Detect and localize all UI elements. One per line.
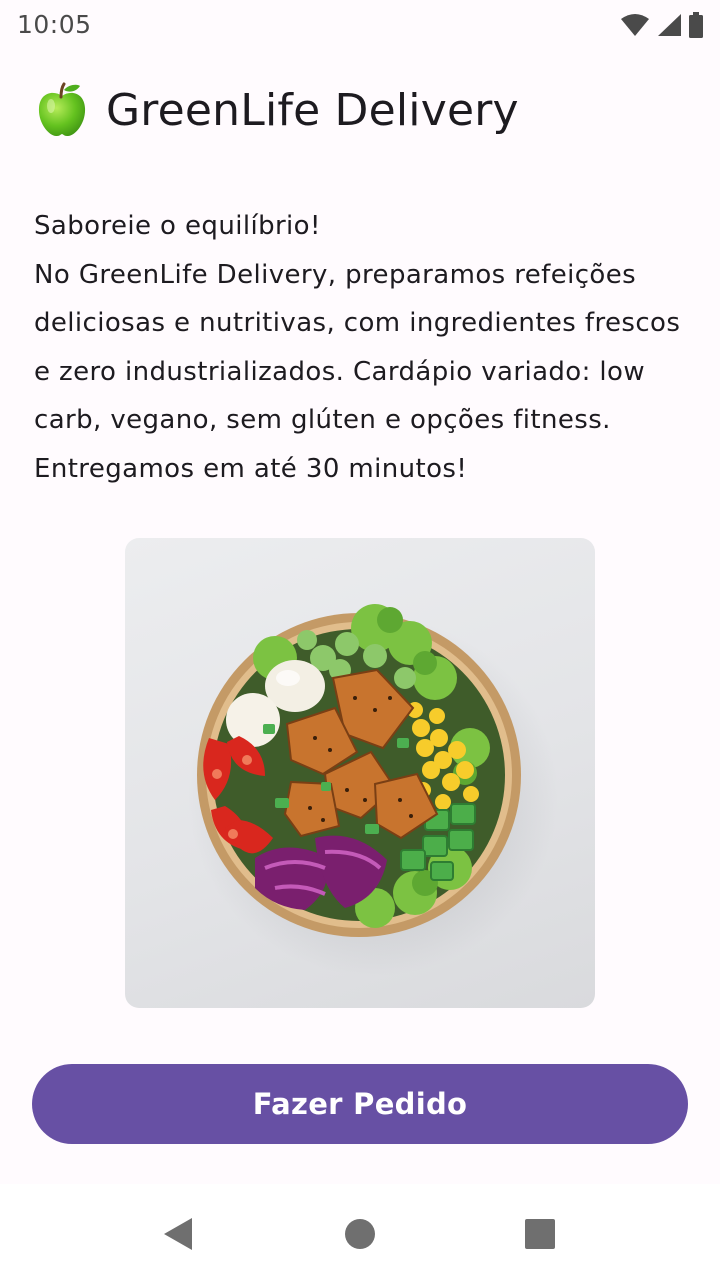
description-line: carb, vegano, sem glúten e opções fitnes…: [34, 405, 611, 435]
battery-icon: [688, 12, 704, 38]
status-bar: 10:05: [0, 0, 720, 50]
status-icons: [620, 12, 704, 38]
navigation-bar: [0, 1184, 720, 1280]
app-header: GreenLife Delivery: [36, 80, 519, 140]
recents-icon[interactable]: [520, 1214, 560, 1254]
description-line: No GreenLife Delivery, preparamos refeiç…: [34, 259, 637, 290]
description-text: Saboreie o equilíbrio! No GreenLife Deli…: [34, 202, 694, 493]
green-apple-icon: [38, 82, 86, 137]
salad-bowl-image: [125, 538, 595, 1008]
wifi-icon: [620, 13, 650, 37]
back-icon[interactable]: [158, 1214, 198, 1254]
description-line: Saboreie o equilíbrio!: [34, 211, 321, 241]
description-line: deliciosas e nutritivas, com ingrediente…: [34, 308, 681, 338]
home-icon[interactable]: [340, 1214, 380, 1254]
order-button[interactable]: Fazer Pedido: [32, 1064, 688, 1144]
description-line: Entregamos em até 30 minutos!: [34, 453, 468, 484]
app-title: GreenLife Delivery: [106, 84, 519, 136]
signal-icon: [656, 13, 682, 37]
description-line: e zero industrializados. Cardápio variad…: [34, 356, 646, 387]
status-time: 10:05: [17, 10, 92, 39]
